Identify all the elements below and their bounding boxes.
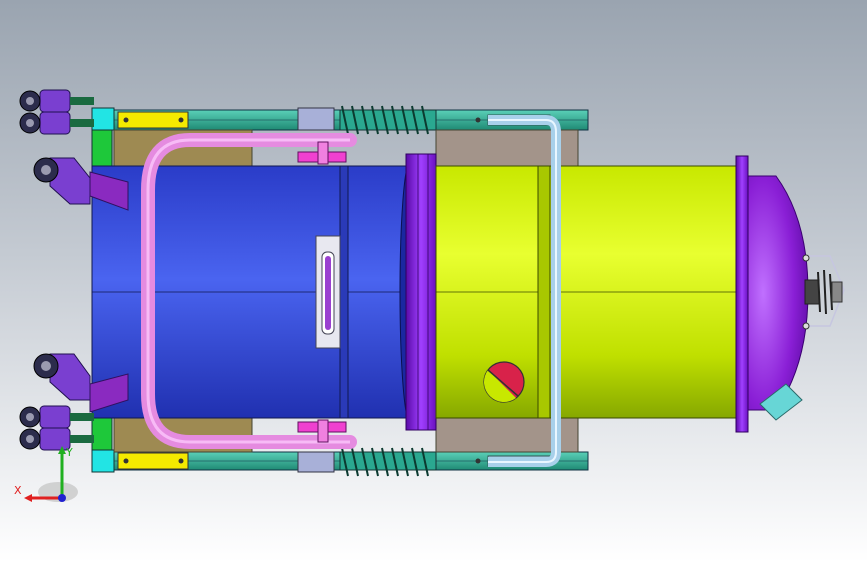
y-axis-label: Y (65, 446, 73, 459)
orientation-triad[interactable]: X Y (10, 440, 80, 510)
valve-icon[interactable] (483, 361, 525, 403)
cad-assembly-model[interactable] (0, 0, 867, 562)
yellow-green-cylinder[interactable] (435, 165, 739, 419)
sight-window[interactable] (315, 235, 341, 349)
caster-top-2[interactable] (19, 111, 94, 135)
top-spring (339, 105, 437, 135)
caster-top-1[interactable] (19, 89, 94, 113)
caster-bottom-2[interactable] (19, 405, 94, 429)
bottom-spring (339, 447, 437, 477)
purple-flange[interactable] (405, 153, 437, 431)
x-axis-label: X (14, 484, 22, 497)
3d-viewport[interactable]: X Y (0, 0, 867, 562)
z-axis-dot (58, 494, 66, 502)
